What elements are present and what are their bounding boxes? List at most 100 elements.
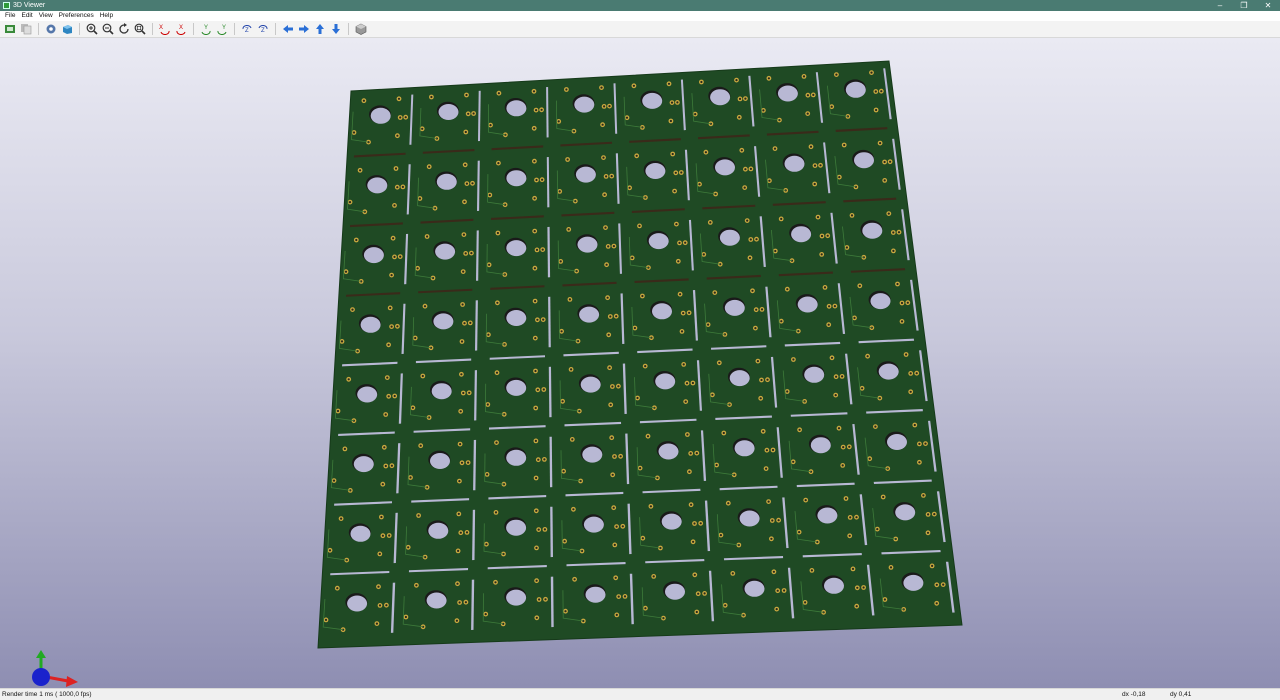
close-icon[interactable]: ✕ [1256,0,1280,11]
raytrace-button[interactable] [59,22,74,36]
app-window: 3D Viewer – ❐ ✕ File Edit View Preferenc… [0,0,1280,700]
pad-drill [389,306,392,309]
pad-drill [458,601,461,604]
pan-right-button[interactable] [296,22,311,36]
mounting-hole [431,383,452,400]
ortho-toggle-button[interactable] [353,22,368,36]
mounting-hole [347,595,368,612]
pad-drill [786,288,789,291]
pad-drill [603,105,606,108]
3d-viewport[interactable] [0,38,1280,688]
pad-drill [462,233,465,236]
rotate-x-cw-icon: X [159,25,170,35]
pad-drill [693,522,696,525]
pan-down-button[interactable] [328,22,343,36]
rotate-x-cw-button[interactable]: X [157,22,172,36]
pad-drill [639,467,642,470]
zoom-out-button[interactable] [100,22,115,36]
mounting-hole [436,173,457,190]
pan-left-button[interactable] [280,22,295,36]
pad-drill [883,179,886,182]
pad-drill [533,160,536,163]
pad-drill [682,312,685,315]
pad-drill [611,385,614,388]
pad-drill [727,502,730,505]
pad-drill [754,327,757,330]
settings-button[interactable] [43,22,58,36]
toolbar-separator [275,23,276,35]
pad-drill [383,446,386,449]
pad-drill [897,231,901,234]
pad-drill [887,212,890,215]
mounting-hole [744,580,765,597]
settings-icon [46,24,55,34]
mounting-hole [665,583,685,600]
pad-drill [686,433,689,436]
zoom-in-button[interactable] [84,22,99,36]
pad-drill [381,534,384,537]
pad-drill [421,127,424,130]
pad-drill [748,256,752,259]
pad-drill [608,105,611,108]
rotate-z-ccw-button[interactable]: Z [255,22,270,36]
refresh-button[interactable] [116,22,131,36]
pad-drill [459,410,462,413]
pad-drill [533,230,536,233]
pad-drill [486,403,489,406]
mounting-hole [579,306,600,323]
render-button[interactable] [2,22,17,36]
pad-drill [830,356,834,359]
pad-drill [762,109,765,112]
pad-drill [775,608,778,611]
pad-drill [568,298,572,301]
mounting-hole [739,510,760,527]
mounting-hole [506,589,527,606]
pad-drill [324,618,328,622]
pad-drill [918,442,921,445]
maximize-icon[interactable]: ❐ [1232,0,1256,11]
pad-drill [834,394,837,397]
pad-drill [535,476,538,480]
pan-up-button[interactable] [312,22,327,36]
pad-drill [570,368,573,371]
pad-drill [718,361,721,364]
menu-help[interactable]: Help [97,11,116,21]
pad-drill [455,619,458,622]
rotate-z-cw-icon: Z [241,25,251,34]
pad-drill [542,318,545,321]
menu-edit[interactable]: Edit [18,11,35,21]
svg-text:Z: Z [245,28,249,34]
rotate-x-ccw-button[interactable]: X [173,22,188,36]
pad-drill [336,409,340,413]
pad-drill [489,124,492,127]
pad-drill [700,80,703,84]
pad-drill [401,185,404,188]
pad-drill [695,452,698,455]
pad-drill [924,442,927,445]
pad-drill [906,301,909,304]
pad-drill [609,403,612,406]
minimize-icon[interactable]: – [1208,0,1232,11]
copy-button[interactable] [18,22,33,36]
rotate-z-cw-button[interactable]: Z [239,22,254,36]
pcb-board-render [317,60,963,649]
zoom-fit-button[interactable] [132,22,147,36]
menu-preferences[interactable]: Preferences [56,11,97,21]
rotate-y-ccw-button[interactable]: Y [214,22,229,36]
mounting-hole [845,81,866,98]
pad-drill [931,564,934,568]
pad-drill [605,175,608,178]
menu-view[interactable]: View [36,11,56,21]
pan-left-icon [282,25,293,33]
pad-drill [612,245,616,248]
mounting-hole [862,222,883,239]
pad-drill [488,263,491,266]
rotate-y-cw-button[interactable]: Y [198,22,213,36]
pad-drill [535,579,538,582]
pad-drill [536,318,539,321]
menu-file[interactable]: File [2,11,18,21]
pad-drill [694,113,697,116]
pad-drill [386,376,389,379]
pad-drill [693,573,696,576]
pad-drill [421,374,424,378]
